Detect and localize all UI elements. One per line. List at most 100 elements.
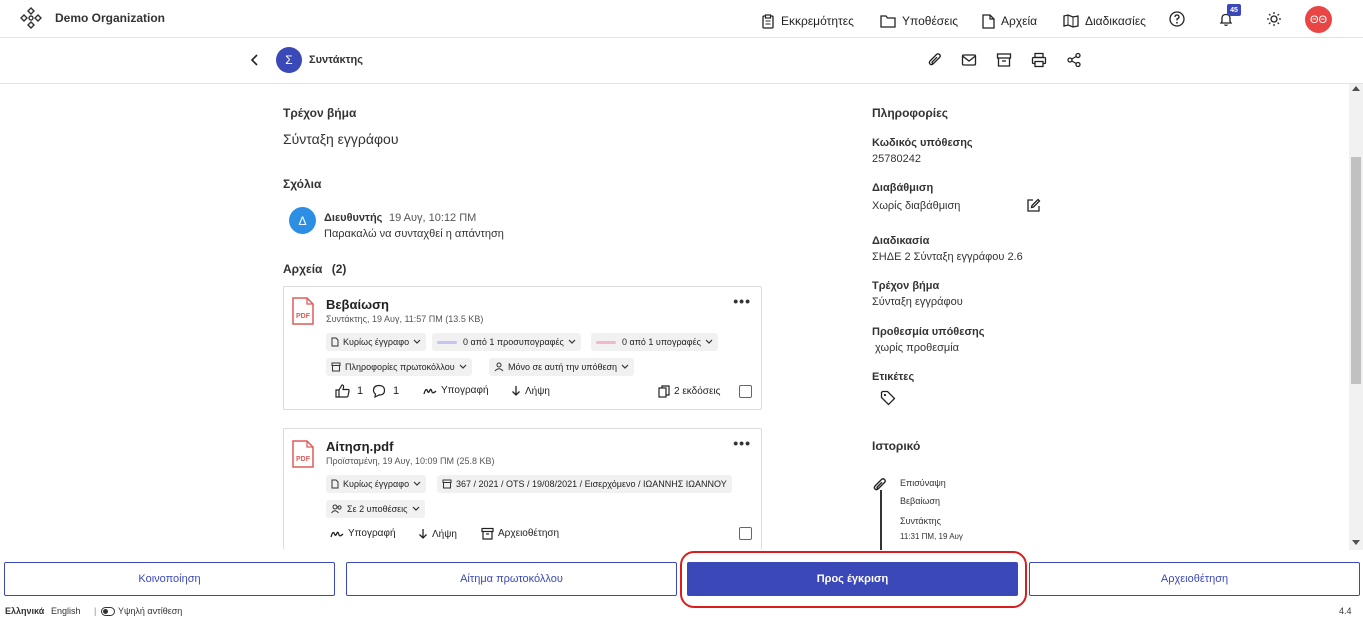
language-english[interactable]: English	[51, 606, 81, 616]
paperclip-icon	[928, 53, 941, 66]
comments-button[interactable]: 1	[372, 384, 399, 398]
file-meta: Προϊσταμένη, 19 Αυγ, 10:09 ΠΜ (25.8 KB)	[326, 456, 495, 466]
comment-icon	[372, 384, 386, 398]
more-options-button[interactable]: •••	[733, 435, 751, 451]
archive-button[interactable]	[996, 52, 1012, 68]
initials-label: 0 από 1 προσυπογραφές	[463, 337, 564, 347]
user-avatar[interactable]: ΘΘ	[1305, 6, 1332, 33]
nav-pending[interactable]: Εκκρεμότητες	[761, 12, 854, 30]
back-button[interactable]	[248, 53, 262, 72]
download-button[interactable]: Λήψη	[511, 385, 550, 397]
sign-button[interactable]: Υπογραφή	[330, 528, 396, 539]
scope-label: Μόνο σε αυτή την υπόθεση	[508, 362, 618, 372]
doc-type-chip[interactable]: Κυρίως έγγραφο	[326, 475, 427, 493]
edit-icon	[1027, 198, 1041, 212]
help-button[interactable]	[1169, 11, 1185, 27]
file-name[interactable]: Βεβαίωση	[326, 297, 389, 312]
share-icon	[1067, 52, 1081, 68]
notify-button[interactable]: Κοινοποίηση	[4, 562, 335, 596]
archive-icon	[442, 479, 452, 489]
doc-type-label: Κυρίως έγγραφο	[343, 337, 410, 347]
scroll-up-arrow[interactable]	[1352, 86, 1360, 91]
files-title: Αρχεία (2)	[283, 262, 346, 276]
scope-chip[interactable]: Μόνο σε αυτή την υπόθεση	[489, 358, 635, 376]
map-icon	[1063, 14, 1079, 28]
history-time: 11:31 ΠΜ, 19 Αυγ	[900, 532, 963, 541]
svg-text:PDF: PDF	[296, 313, 311, 320]
attach-button[interactable]	[927, 52, 943, 68]
protocol-request-button[interactable]: Αίτημα πρωτοκόλλου	[346, 562, 677, 596]
file-card[interactable]: PDF Βεβαίωση Συντάκτης, 19 Αυγ, 11:57 ΠΜ…	[283, 286, 762, 410]
versions-label: 2 εκδόσεις	[674, 386, 721, 397]
nav-files[interactable]: Αρχεία	[982, 12, 1037, 30]
archive-icon	[996, 53, 1012, 67]
info-title: Πληροφορίες	[872, 106, 949, 120]
language-greek[interactable]: Ελληνικά	[5, 606, 44, 616]
tags-label: Ετικέτες	[872, 371, 915, 383]
file-icon	[331, 479, 339, 489]
scroll-down-arrow[interactable]	[1352, 540, 1360, 545]
archive-case-button[interactable]: Αρχειοθέτηση	[1029, 562, 1360, 596]
file-select-checkbox[interactable]	[739, 527, 752, 540]
nav-cases[interactable]: Υποθέσεις	[880, 12, 958, 30]
deadline-label: Προθεσμία υπόθεσης	[872, 326, 985, 338]
doc-type-chip[interactable]: Κυρίως έγγραφο	[326, 333, 427, 351]
nav-processes-label: Διαδικασίες	[1085, 14, 1146, 28]
archive-file-button[interactable]: Αρχειοθέτηση	[481, 527, 559, 540]
role-avatar: Σ	[276, 47, 302, 73]
email-button[interactable]	[961, 52, 977, 68]
file-icon	[982, 13, 995, 29]
sign-button[interactable]: Υπογραφή	[423, 385, 489, 396]
protocol-info-chip[interactable]: 367 / 2021 / OTS / 19/08/2021 / Εισερχόμ…	[437, 475, 732, 493]
status-bar: Ελληνικά English | Υψηλή αντίθεση 4.4	[0, 603, 1363, 622]
file-icon	[331, 337, 339, 347]
case-code-label: Κωδικός υπόθεσης	[872, 137, 973, 149]
file-name[interactable]: Αίτηση.pdf	[326, 439, 393, 454]
comments-count: 1	[393, 385, 400, 397]
signatures-chip[interactable]: 0 από 1 υπογραφές	[591, 333, 718, 351]
person-icon	[494, 362, 504, 372]
history-actor: Συντάκτης	[900, 516, 942, 526]
org-name[interactable]: Demo Organization	[55, 11, 165, 25]
current-step-value: Σύνταξη εγγράφου	[283, 131, 399, 147]
nav-processes[interactable]: Διαδικασίες	[1063, 12, 1146, 30]
logo-icon[interactable]	[19, 6, 43, 30]
like-button[interactable]: 1	[335, 384, 363, 398]
help-icon	[1169, 11, 1185, 27]
deadline-value: χωρίς προθεσμία	[875, 342, 960, 354]
file-card[interactable]: PDF Αίτηση.pdf Προϊσταμένη, 19 Αυγ, 10:0…	[283, 428, 762, 550]
initials-chip[interactable]: 0 από 1 προσυπογραφές	[432, 333, 581, 351]
nav-pending-label: Εκκρεμότητες	[781, 14, 854, 28]
chevron-down-icon	[621, 364, 629, 369]
archive-label: Αρχειοθέτηση	[498, 528, 560, 539]
history-object[interactable]: Βεβαίωση	[900, 496, 940, 506]
copy-icon	[658, 385, 670, 398]
top-bar: Demo Organization Εκκρεμότητες Υποθέσεις…	[0, 0, 1363, 38]
more-options-button[interactable]: •••	[733, 293, 751, 309]
notification-badge: 45	[1227, 4, 1241, 16]
printer-icon	[1031, 52, 1047, 68]
download-button[interactable]: Λήψη	[418, 528, 457, 540]
print-button[interactable]	[1031, 52, 1047, 68]
download-arrow-icon	[419, 529, 427, 539]
sign-label: Υπογραφή	[348, 528, 396, 539]
comment-text: Παρακαλώ να συνταχθεί η απάντηση	[324, 228, 504, 240]
edit-classification-button[interactable]	[1026, 198, 1041, 213]
high-contrast-toggle[interactable]: Υψηλή αντίθεση	[101, 606, 182, 616]
scrollbar-thumb[interactable]	[1351, 157, 1361, 384]
step-label: Τρέχον βήμα	[872, 280, 940, 292]
signatures-label: 0 από 1 υπογραφές	[622, 337, 701, 347]
signature-icon	[423, 388, 437, 394]
versions-button[interactable]: 2 εκδόσεις	[658, 385, 720, 398]
archive-icon	[481, 527, 494, 540]
highlight-annotation	[680, 551, 1027, 608]
chevron-down-icon	[568, 339, 576, 344]
protocol-info-chip[interactable]: Πληροφορίες πρωτοκόλλου	[326, 358, 472, 376]
file-select-checkbox[interactable]	[739, 385, 752, 398]
add-tag-button[interactable]	[880, 390, 896, 406]
share-button[interactable]	[1066, 52, 1082, 68]
pdf-icon: PDF	[292, 297, 314, 325]
scope-chip[interactable]: Σε 2 υποθέσεις	[326, 500, 425, 518]
theme-toggle-button[interactable]	[1266, 11, 1282, 27]
folder-icon	[880, 15, 896, 28]
